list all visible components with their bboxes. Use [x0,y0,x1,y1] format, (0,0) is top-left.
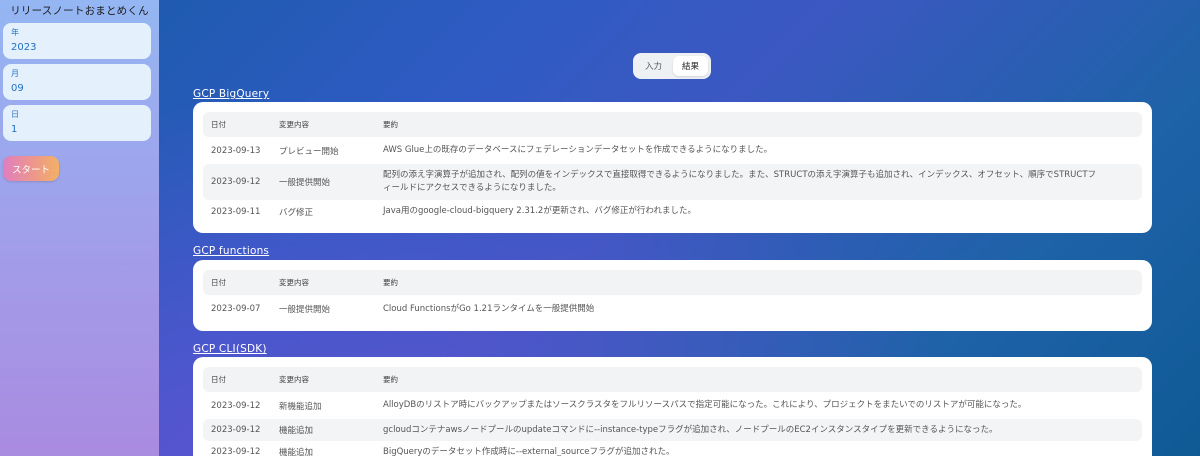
table-row: 2023-09-11 バグ修正 Java用のgoogle-cloud-bigqu… [203,200,1142,223]
table-row: 2023-09-12 一般提供開始 配列の添え字演算子が追加され、配列の値をイン… [203,164,1142,200]
row-summary: AlloyDBのリストア時にバックアップまたはソースクラスタをフルリソースパスで… [383,400,1027,410]
table-row: 2023-09-12 機能追加 gcloudコンテナawsノードプールのupda… [203,419,1142,441]
day-field[interactable]: 日 1 [3,105,151,141]
row-date: 2023-09-12 [211,400,261,411]
main-area: 入力 結果 GCP BigQuery 日付 変更内容 要約 2023-09-13… [159,0,1200,456]
row-summary: 配列の添え字演算子が追加され、配列の値をインデックスで直接取得できるようになりま… [383,170,1097,193]
row-summary: Cloud FunctionsがGo 1.21ランタイムを一般提供開始 [383,303,595,314]
section-title-bigquery[interactable]: GCP BigQuery [193,88,269,100]
view-tabs: 入力 結果 [633,53,711,79]
day-label: 日 [11,110,19,119]
table-row: 2023-09-13 プレビュー開始 AWS Glue上の既存のデータベースにフ… [203,137,1142,164]
header-type: 変更内容 [279,278,309,287]
sidebar: リリースノートおまとめくん 年 2023 月 09 日 1 スタート [0,0,159,456]
header-summary: 要約 [383,375,398,384]
year-label: 年 [11,28,19,37]
row-date: 2023-09-12 [211,177,261,187]
row-date: 2023-09-12 [211,425,261,435]
row-type: 一般提供開始 [279,305,331,315]
header-date: 日付 [211,375,226,384]
table-header: 日付 変更内容 要約 [203,270,1142,295]
row-type: プレビュー開始 [279,146,339,157]
table-header: 日付 変更内容 要約 [203,112,1142,137]
table-row: 2023-09-07 一般提供開始 Cloud FunctionsがGo 1.2… [203,295,1142,323]
header-summary: 要約 [383,278,398,287]
header-date: 日付 [211,278,226,287]
day-value[interactable]: 1 [11,123,143,137]
header-summary: 要約 [383,120,398,129]
row-summary: Java用のgoogle-cloud-bigquery 2.31.2が更新され、… [383,206,696,216]
section-title-cli-sdk[interactable]: GCP CLI(SDK) [193,343,267,355]
month-label: 月 [11,69,19,78]
row-type: バグ修正 [279,207,314,218]
row-date: 2023-09-11 [211,206,261,217]
month-value[interactable]: 09 [11,82,143,96]
section-card-functions: 日付 変更内容 要約 2023-09-07 一般提供開始 Cloud Funct… [193,260,1152,331]
app-title: リリースノートおまとめくん [10,5,149,17]
year-value[interactable]: 2023 [11,41,143,55]
row-type: 機能追加 [279,426,314,436]
row-type: 一般提供開始 [279,178,331,188]
start-button[interactable]: スタート [3,156,59,181]
row-summary: gcloudコンテナawsノードプールのupdateコマンドに--instanc… [383,424,998,435]
table-header: 日付 変更内容 要約 [203,367,1142,392]
table-row: 2023-09-12 新機能追加 AlloyDBのリストア時にバックアップまたは… [203,392,1142,419]
row-type: 機能追加 [279,448,314,456]
row-summary: AWS Glue上の既存のデータベースにフェデレーションデータセットを作成できる… [383,145,773,155]
row-type: 新機能追加 [279,401,322,412]
section-card-cli-sdk: 日付 変更内容 要約 2023-09-12 新機能追加 AlloyDBのリストア… [193,357,1152,456]
row-date: 2023-09-07 [211,304,261,314]
month-field[interactable]: 月 09 [3,64,151,100]
row-date: 2023-09-13 [211,145,261,156]
header-type: 変更内容 [279,120,309,129]
tab-input[interactable]: 入力 [636,56,671,76]
row-summary: BigQueryのデータセット作成時に--external_sourceフラグが… [383,446,675,456]
tab-result[interactable]: 結果 [673,56,708,76]
section-title-functions[interactable]: GCP functions [193,245,269,257]
row-date: 2023-09-12 [211,447,261,456]
header-type: 変更内容 [279,375,309,384]
header-date: 日付 [211,120,226,129]
table-row: 2023-09-12 機能追加 BigQueryのデータセット作成時に--ext… [203,441,1142,456]
section-card-bigquery: 日付 変更内容 要約 2023-09-13 プレビュー開始 AWS Glue上の… [193,102,1152,233]
year-field[interactable]: 年 2023 [3,23,151,59]
